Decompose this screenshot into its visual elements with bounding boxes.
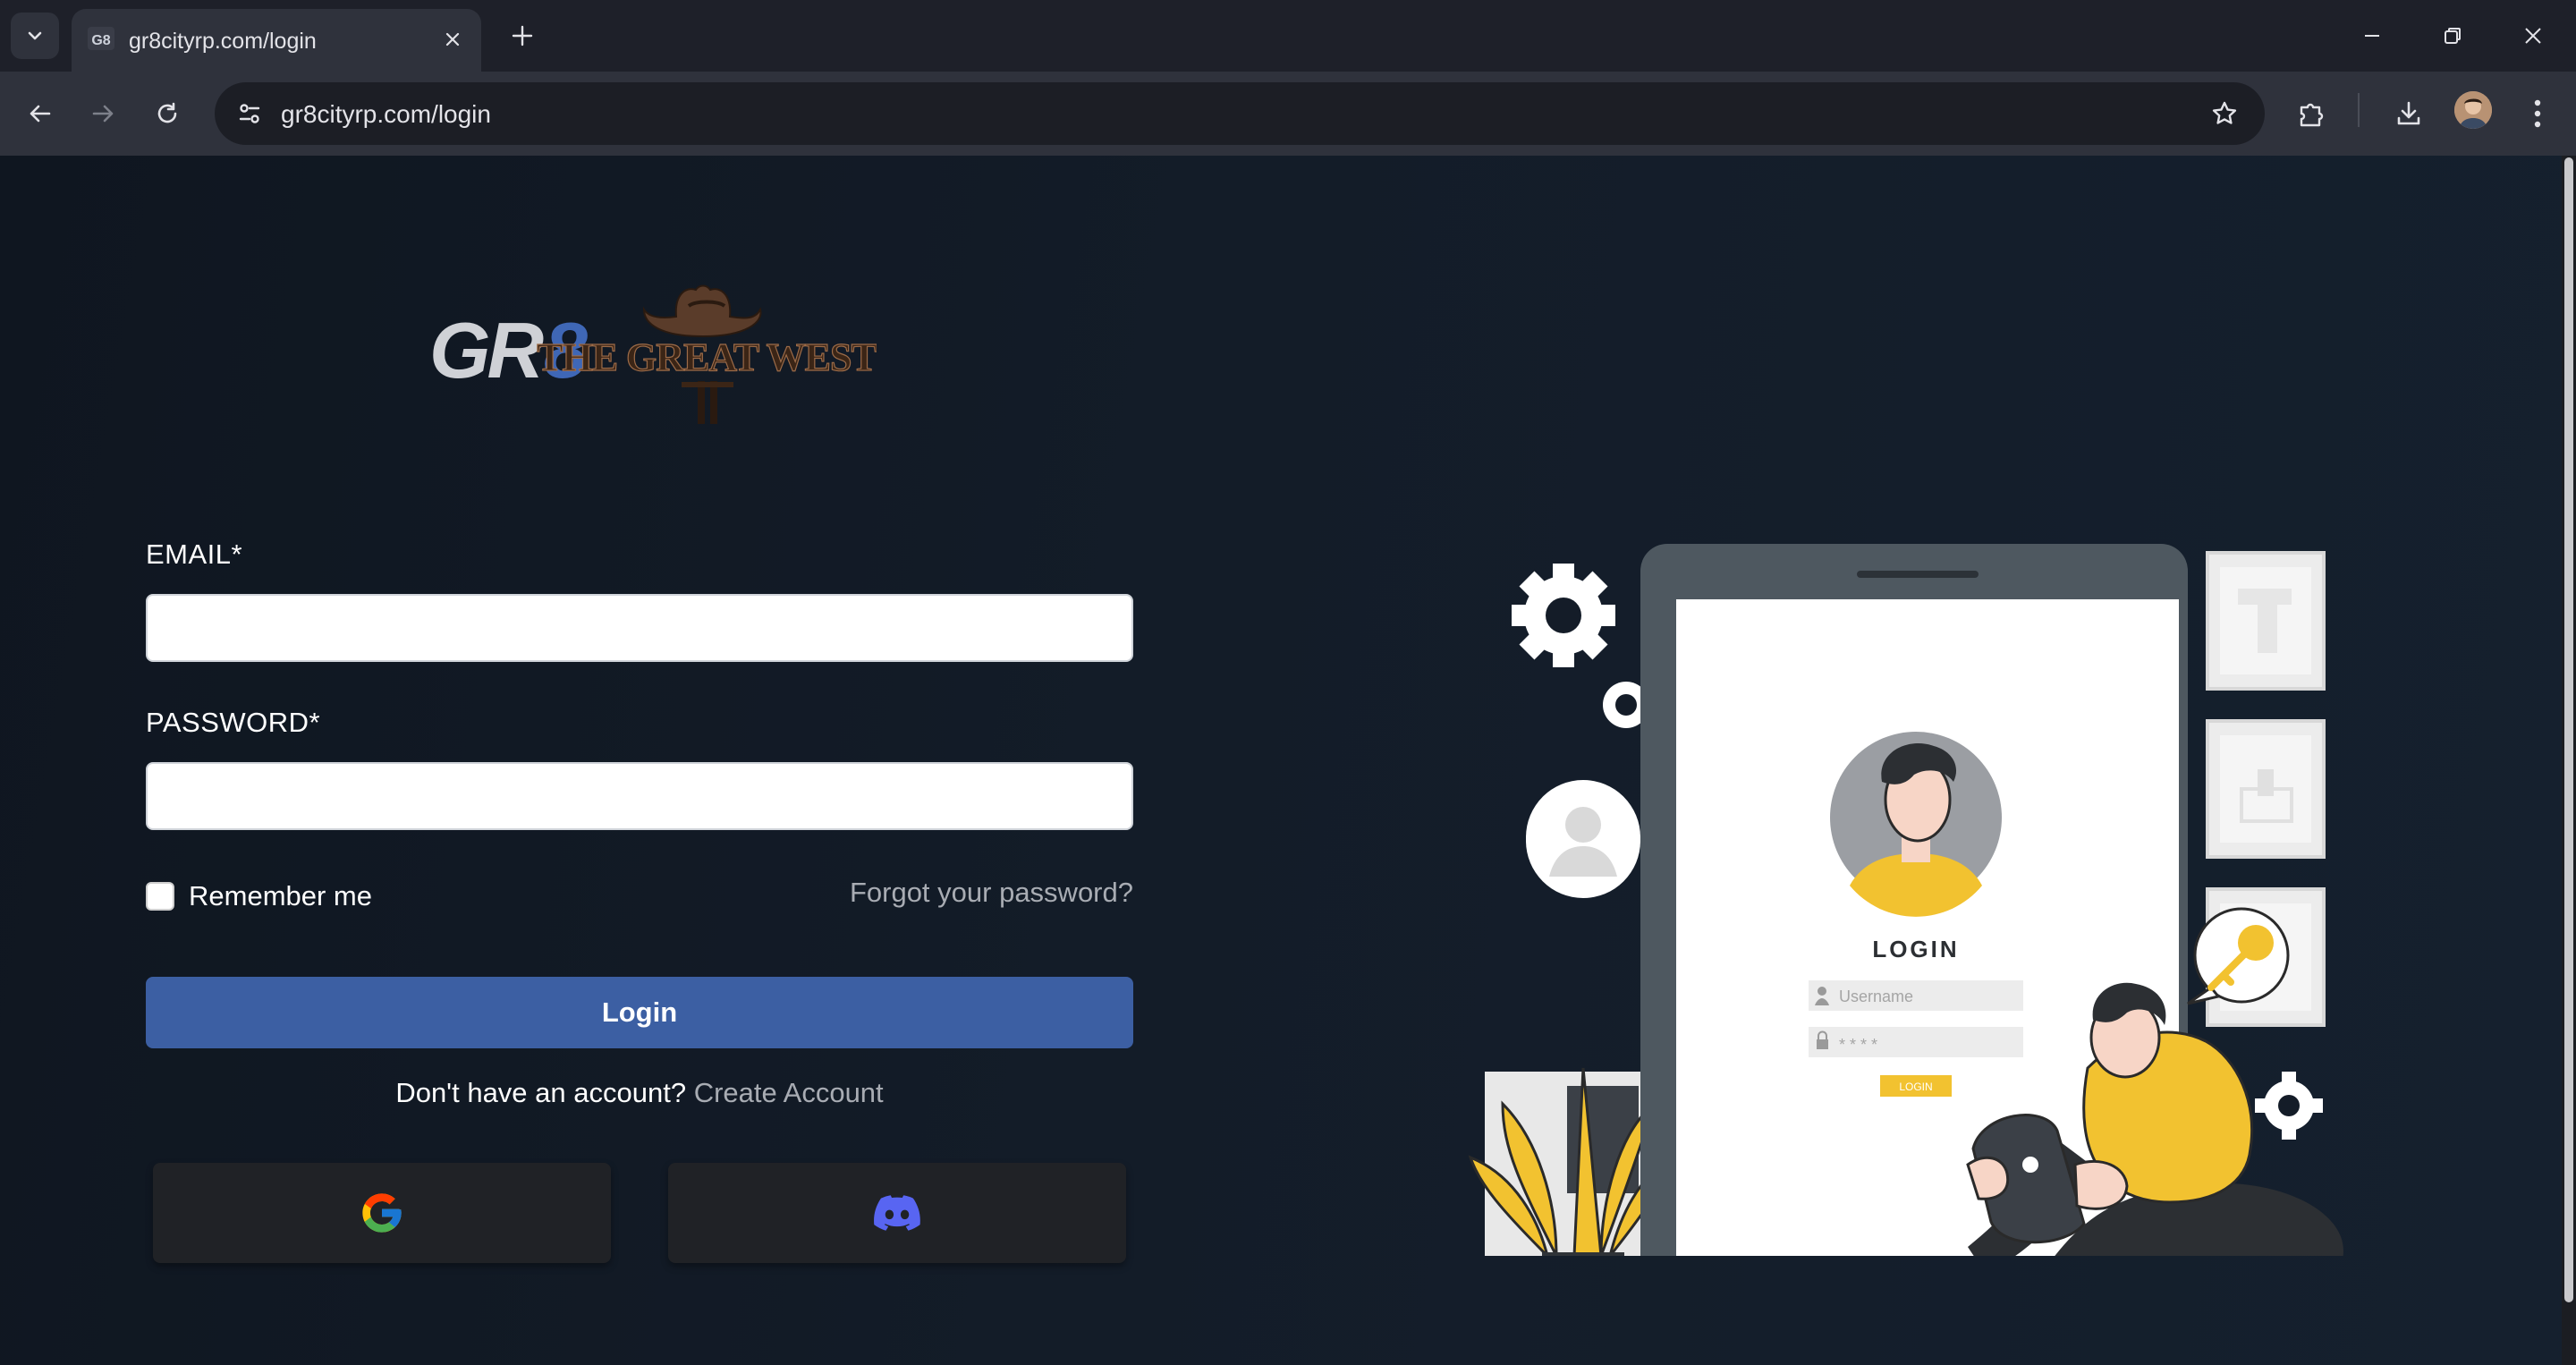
restore-button[interactable] — [2426, 13, 2479, 59]
illustration-username-placeholder: Username — [1839, 988, 1913, 1005]
login-illustration: LOGIN Username * * * * LOGIN — [1468, 544, 2343, 1256]
bookmark-star-icon[interactable] — [2204, 93, 2245, 134]
download-icon — [2397, 101, 2420, 125]
login-page: GR 8 THE GREAT WEST EMAIL* PASSWORD* Rem… — [0, 156, 2562, 1365]
google-icon — [362, 1193, 402, 1233]
url-text[interactable]: gr8cityrp.com/login — [281, 100, 491, 129]
toolbar-divider — [2358, 93, 2360, 127]
gear-icon — [2255, 1072, 2323, 1140]
more-vertical-icon — [2534, 99, 2541, 128]
reload-icon — [157, 102, 177, 123]
forgot-password-link[interactable]: Forgot your password? — [850, 877, 1133, 909]
active-tab[interactable]: G8 gr8cityrp.com/login — [72, 9, 481, 72]
extensions-button[interactable] — [2290, 91, 2334, 136]
arrow-right-icon — [92, 105, 114, 123]
minimize-button[interactable] — [2345, 13, 2399, 59]
close-tab-icon[interactable] — [436, 23, 469, 55]
email-label: EMAIL* — [146, 538, 243, 570]
site-info-button[interactable] — [227, 91, 272, 136]
svg-text:THE GREAT WEST: THE GREAT WEST — [537, 335, 877, 379]
address-bar[interactable]: gr8cityrp.com/login — [215, 82, 2265, 145]
new-tab-button[interactable] — [503, 16, 542, 55]
tab-title: gr8cityrp.com/login — [129, 29, 317, 54]
back-button[interactable] — [18, 91, 63, 136]
plus-icon — [512, 25, 533, 47]
login-button[interactable]: Login — [146, 977, 1133, 1048]
close-window-button[interactable] — [2506, 13, 2560, 59]
illustration-password-mask: * * * * — [1839, 1036, 1877, 1054]
page-scrollbar[interactable] — [2562, 156, 2576, 1365]
gear-icon — [1512, 564, 1615, 667]
svg-text:G8: G8 — [91, 33, 110, 48]
google-login-button[interactable] — [153, 1163, 611, 1263]
profile-avatar[interactable] — [2454, 91, 2492, 129]
browser-toolbar: gr8cityrp.com/login — [0, 72, 2576, 156]
user-avatar-icon — [2454, 91, 2492, 129]
svg-text:GR: GR — [429, 306, 543, 394]
chevron-down-icon — [28, 31, 42, 40]
close-icon — [2525, 28, 2541, 44]
arrow-left-icon — [30, 105, 51, 123]
tab-search-button[interactable] — [11, 13, 59, 59]
tab-strip: G8 gr8cityrp.com/login — [0, 0, 2576, 72]
gr8-great-west-logo: GR 8 THE GREAT WEST — [429, 284, 877, 424]
scrollbar-thumb[interactable] — [2564, 157, 2573, 1302]
signup-prompt-text: Don't have an account? — [395, 1077, 687, 1108]
site-favicon-icon: G8 — [88, 27, 114, 50]
reload-button[interactable] — [145, 91, 190, 136]
forward-button[interactable] — [80, 91, 125, 136]
browser-menu-button[interactable] — [2515, 91, 2560, 136]
password-label: PASSWORD* — [146, 707, 321, 738]
remember-me-checkbox[interactable] — [146, 882, 174, 911]
illustration-login-button: LOGIN — [1899, 1081, 1932, 1093]
remember-me-row: Remember me — [146, 880, 372, 912]
discord-login-button[interactable] — [668, 1163, 1126, 1263]
illustration-login-title: LOGIN — [1872, 936, 1959, 962]
remember-me-label[interactable]: Remember me — [189, 880, 372, 912]
restore-icon — [2445, 28, 2461, 44]
discord-icon — [874, 1195, 920, 1231]
minimize-icon — [2365, 35, 2379, 37]
downloads-button[interactable] — [2386, 91, 2431, 136]
email-input[interactable] — [146, 594, 1133, 662]
tune-icon — [239, 104, 260, 123]
password-input[interactable] — [146, 762, 1133, 830]
puzzle-icon — [2300, 103, 2324, 127]
signup-prompt: Don't have an account? Create Account — [146, 1077, 1133, 1109]
create-account-link[interactable]: Create Account — [694, 1077, 884, 1108]
